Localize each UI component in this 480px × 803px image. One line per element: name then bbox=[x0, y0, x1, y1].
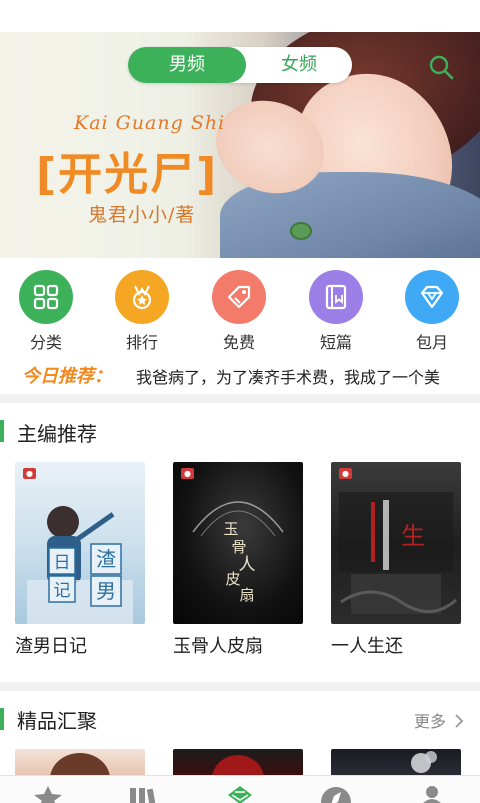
today-recommendation[interactable]: 今日推荐： 我爸病了，为了凑齐手术费，我成了一个美 bbox=[0, 360, 480, 390]
bookshelf-icon[interactable] bbox=[126, 786, 162, 803]
book-icon bbox=[309, 270, 363, 324]
category-label: 排行 bbox=[125, 333, 158, 352]
chevron-right-icon bbox=[455, 714, 464, 728]
search-icon[interactable] bbox=[428, 54, 454, 80]
book-title[interactable]: 玉骨人皮扇 bbox=[173, 632, 263, 658]
banner-author: 鬼君小小/著 bbox=[88, 204, 196, 226]
category-row: 分类 排行 免费 短篇 包月 bbox=[0, 268, 480, 354]
category-label: 包月 bbox=[415, 333, 448, 352]
gender-toggle[interactable]: 男频 女频 bbox=[128, 47, 352, 83]
tab-female[interactable]: 女频 bbox=[246, 47, 352, 83]
category-label: 免费 bbox=[222, 333, 255, 352]
svg-text:渣: 渣 bbox=[96, 547, 116, 571]
svg-text:玉: 玉 bbox=[223, 520, 238, 538]
book-cover-thumbnail[interactable] bbox=[173, 749, 303, 775]
store-icon[interactable] bbox=[222, 786, 258, 803]
star-icon[interactable] bbox=[30, 786, 66, 803]
svg-text:男: 男 bbox=[96, 579, 116, 603]
category-label: 短篇 bbox=[319, 333, 352, 352]
section-divider bbox=[0, 394, 480, 403]
category-monthly[interactable]: 包月 bbox=[392, 268, 472, 354]
more-label: 更多 bbox=[414, 712, 447, 731]
category-ranking[interactable]: 排行 bbox=[102, 268, 182, 354]
book-cover-thumbnail[interactable] bbox=[331, 749, 461, 775]
status-bar bbox=[0, 0, 480, 32]
book-cover[interactable]: ● 玉 骨 人 皮 扇 bbox=[173, 462, 303, 624]
category-short[interactable]: 短篇 bbox=[296, 268, 376, 354]
diamond-icon bbox=[405, 270, 459, 324]
book-cover[interactable]: ● 生 bbox=[331, 462, 461, 624]
tag-icon bbox=[212, 270, 266, 324]
more-link[interactable]: 更多 bbox=[414, 708, 465, 732]
bottom-tab-bar bbox=[0, 775, 480, 803]
svg-text:生: 生 bbox=[401, 522, 425, 550]
svg-text:扇: 扇 bbox=[239, 586, 254, 604]
tab-male[interactable]: 男频 bbox=[128, 47, 246, 83]
svg-text:记: 记 bbox=[54, 581, 71, 601]
user-icon[interactable] bbox=[414, 786, 450, 803]
category-free[interactable]: 免费 bbox=[199, 268, 279, 354]
book-title[interactable]: 一人生还 bbox=[331, 632, 403, 658]
svg-text:日: 日 bbox=[54, 553, 71, 573]
category-classify[interactable]: 分类 bbox=[6, 268, 86, 354]
grid-icon bbox=[19, 270, 73, 324]
banner-illustration-pendant bbox=[290, 222, 312, 240]
compass-icon[interactable] bbox=[318, 786, 354, 803]
book-cover-thumbnail[interactable] bbox=[15, 749, 145, 775]
svg-text:人: 人 bbox=[239, 555, 256, 575]
today-headline[interactable]: 我爸病了，为了凑齐手术费，我成了一个美 bbox=[136, 364, 440, 388]
section-divider bbox=[0, 682, 480, 691]
section-accent-bar bbox=[0, 420, 4, 442]
banner-book-title: [开光尸] bbox=[36, 149, 219, 200]
svg-text:皮: 皮 bbox=[225, 570, 240, 588]
medal-icon bbox=[115, 270, 169, 324]
today-tag: 今日推荐： bbox=[22, 366, 112, 387]
book-cover[interactable]: ● 渣 男 日 记 bbox=[15, 462, 145, 624]
section-accent-bar bbox=[0, 708, 4, 730]
banner-roman-title: Kai Guang Shi bbox=[74, 112, 226, 134]
premium-section-title: 精品汇聚 bbox=[17, 709, 97, 733]
editor-picks-title: 主编推荐 bbox=[17, 422, 97, 446]
svg-text:骨: 骨 bbox=[231, 538, 246, 556]
category-label: 分类 bbox=[29, 333, 62, 352]
book-title[interactable]: 渣男日记 bbox=[15, 632, 87, 658]
